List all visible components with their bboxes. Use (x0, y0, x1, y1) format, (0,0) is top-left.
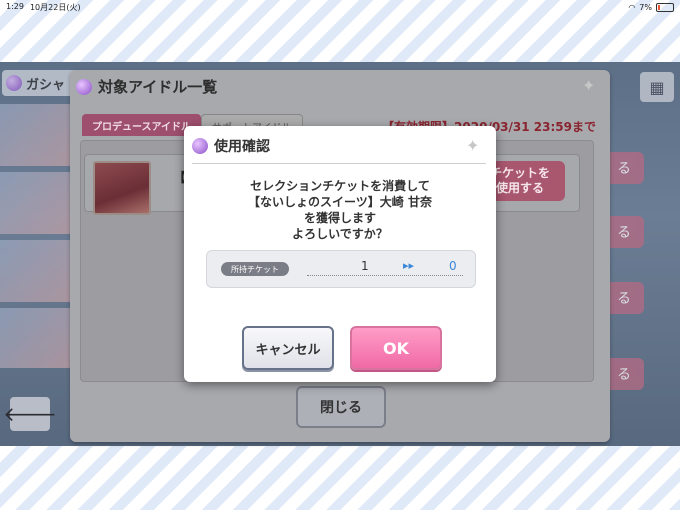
menu-grid-button[interactable]: ▦ (640, 72, 674, 102)
list-title: 対象アイドル一覧 (98, 78, 218, 96)
list-orb-icon (76, 78, 92, 95)
right-button-label: る (617, 225, 631, 241)
cancel-button[interactable]: キャンセル (242, 326, 334, 370)
dialog-header: 使用確認 (192, 136, 270, 156)
grid-icon: ▦ (649, 77, 665, 97)
ticket-after-count: 0 (449, 259, 457, 273)
gacha-tab[interactable]: ガシャ (2, 70, 80, 96)
right-button-label: る (617, 291, 631, 307)
battery-percent: 7% (639, 2, 652, 12)
cancel-label: キャンセル (255, 342, 321, 358)
back-button[interactable]: 🡐 (3, 397, 57, 431)
message-line: よろしいですか？ (292, 227, 388, 241)
right-side-button-2[interactable]: る (604, 216, 644, 248)
right-side-button-3[interactable]: る (604, 282, 644, 314)
bottom-stripe-background (0, 446, 680, 510)
right-button-label: る (617, 161, 631, 177)
gacha-banner-1[interactable] (0, 104, 74, 166)
sparkle-icon: ✦ (582, 76, 596, 95)
close-button[interactable]: 閉じる (296, 386, 386, 428)
message-line: 【ないしょのスイーツ】大崎 甘奈 (248, 195, 432, 209)
message-line: セレクションチケットを消費して (250, 179, 430, 193)
status-time: 1:29 (6, 1, 24, 11)
gacha-banner-2[interactable] (0, 172, 74, 234)
sparkle-icon: ✦ (466, 136, 480, 155)
dialog-title: 使用確認 (214, 139, 270, 155)
battery-icon (656, 2, 674, 12)
arrow-left-icon: 🡐 (3, 402, 57, 426)
gacha-banner-3[interactable] (0, 240, 74, 302)
wifi-icon: ◠ (628, 2, 636, 12)
ticket-before-count: 1 (361, 259, 369, 273)
right-side-button-1[interactable]: る (604, 152, 644, 184)
gacha-orb-icon (6, 75, 22, 91)
status-date: 10月22日(火) (29, 2, 81, 12)
confirm-dialog: 使用確認 ✦ セレクションチケットを消費して 【ないしょのスイーツ】大崎 甘奈 … (184, 126, 496, 382)
gacha-banner-4[interactable] (0, 308, 74, 368)
right-side-button-4[interactable]: る (604, 358, 644, 390)
double-arrow-icon: ▸▸ (403, 259, 415, 272)
list-header: 対象アイドル一覧 (76, 76, 217, 97)
dialog-message: セレクションチケットを消費して 【ないしょのスイーツ】大崎 甘奈 を獲得します … (184, 178, 496, 242)
gacha-tab-label: ガシャ (26, 77, 66, 93)
use-ticket-label: チケットを 使用する (489, 166, 550, 195)
ok-button[interactable]: OK (350, 326, 442, 370)
divider (192, 163, 486, 164)
close-label: 閉じる (320, 400, 362, 416)
dialog-orb-icon (192, 138, 208, 154)
ticket-label: 所持チケット (221, 262, 289, 276)
ok-label: OK (383, 338, 409, 358)
right-button-label: る (617, 367, 631, 383)
idol-card-image[interactable] (93, 161, 151, 215)
ticket-count-box: 所持チケット 1 ▸▸ 0 (206, 250, 476, 288)
message-line: を獲得します (303, 211, 376, 225)
status-bar: 1:29 10月22日(火) ◠ 7% (0, 0, 680, 14)
dotted-line (307, 275, 463, 276)
